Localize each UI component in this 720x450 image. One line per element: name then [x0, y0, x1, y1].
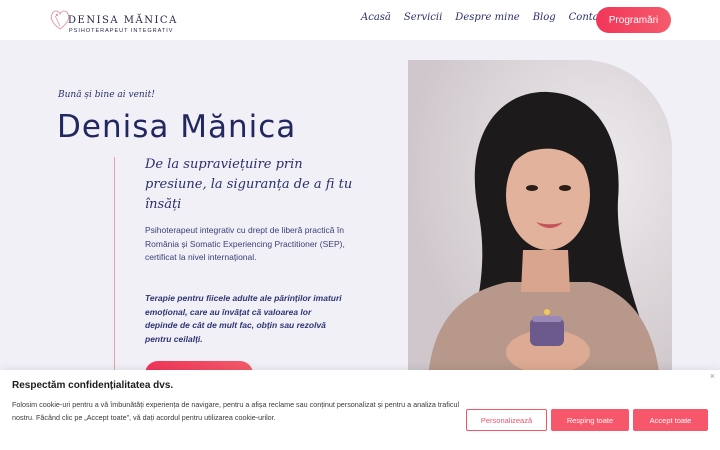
nav-link-about[interactable]: Despre mine	[455, 12, 519, 23]
cookie-title: Respectăm confidențialitatea dvs.	[12, 380, 174, 391]
cookie-customize-button[interactable]: Personalizează	[466, 409, 547, 431]
hero-tagline: De la supraviețuire prin presiune, la si…	[145, 157, 353, 212]
site-header: DENISA MĂNICA PSIHOTERAPEUT INTEGRATIV A…	[0, 0, 720, 40]
cookie-reject-button[interactable]: Resping toate	[551, 409, 629, 431]
appointments-button[interactable]: Programări	[596, 7, 671, 33]
main-nav: Acasă Servicii Despre mine Blog Contact	[361, 12, 608, 23]
nav-link-blog[interactable]: Blog	[533, 12, 556, 23]
hero-description: Psihoterapeut integrativ cu drept de lib…	[145, 225, 345, 262]
portrait-photo	[408, 60, 672, 380]
hero-description-highlight: Terapie pentru fiicele adulte ale părinț…	[145, 293, 342, 344]
cookie-accept-button[interactable]: Accept toate	[633, 409, 708, 431]
logo-subtitle: PSIHOTERAPEUT INTEGRATIV	[69, 28, 174, 34]
nav-link-services[interactable]: Servicii	[404, 12, 442, 23]
cookie-text: Folosim cookie-uri pentru a vă îmbunătăț…	[12, 400, 460, 422]
hero-greeting: Bună și bine ai venit!	[58, 90, 155, 100]
quote-divider	[114, 157, 115, 383]
site-logo[interactable]: DENISA MĂNICA PSIHOTERAPEUT INTEGRATIV	[48, 7, 176, 35]
cookie-banner: × Respectăm confidențialitatea dvs. Folo…	[0, 370, 720, 450]
portrait-illustration	[408, 60, 672, 380]
logo-name: DENISA MĂNICA	[68, 15, 178, 26]
nav-link-home[interactable]: Acasă	[361, 12, 391, 23]
close-icon[interactable]: ×	[710, 371, 715, 381]
hero-title: Denisa Mănica	[57, 109, 297, 145]
